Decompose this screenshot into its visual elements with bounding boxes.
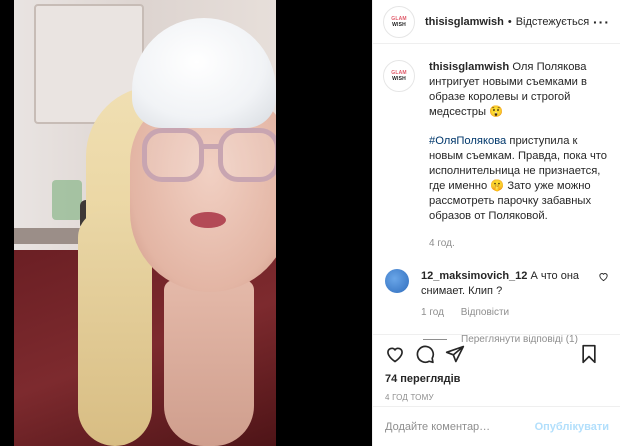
comment-icon[interactable] bbox=[415, 344, 435, 364]
post-side-panel: GLAM WISH thisisglamwish • Відстежується… bbox=[372, 0, 620, 446]
post-media[interactable] bbox=[0, 0, 372, 446]
following-button[interactable]: Відстежується bbox=[516, 16, 589, 28]
caption-text: thisisglamwish Оля Полякова интригует но… bbox=[429, 60, 609, 251]
post-header: GLAM WISH thisisglamwish • Відстежується… bbox=[373, 0, 620, 44]
comment-item: 12_maksimovich_12 А что она снимает. Кли… bbox=[383, 269, 609, 318]
author-avatar[interactable]: GLAM WISH bbox=[383, 5, 415, 38]
post-video-frame[interactable] bbox=[14, 0, 276, 446]
caption: GLAM WISH thisisglamwish Оля Полякова ин… bbox=[383, 60, 609, 251]
instagram-post-modal: GLAM WISH thisisglamwish • Відстежується… bbox=[0, 0, 620, 446]
add-comment-bar: Додайте коментар… Опублікувати bbox=[373, 406, 620, 446]
heart-icon[interactable] bbox=[385, 344, 405, 364]
views-count[interactable]: 74 переглядів bbox=[385, 373, 609, 385]
commenter-username[interactable]: 12_maksimovich_12 bbox=[421, 270, 527, 282]
separator-dot: • bbox=[507, 15, 512, 28]
caption-time: 4 год. bbox=[429, 238, 455, 249]
caption-username[interactable]: thisisglamwish bbox=[429, 61, 509, 73]
caption-hashtag[interactable]: #ОляПолякова bbox=[429, 135, 506, 147]
more-options-icon[interactable]: ··· bbox=[593, 14, 610, 30]
commenter-avatar[interactable] bbox=[385, 269, 409, 293]
caption-avatar[interactable]: GLAM WISH bbox=[383, 60, 415, 92]
posted-time: 4 ГОД ТОМУ bbox=[385, 393, 434, 402]
comment-time: 1 год bbox=[421, 307, 444, 318]
bookmark-icon[interactable] bbox=[579, 344, 599, 364]
share-icon[interactable] bbox=[445, 344, 465, 364]
comment-input[interactable]: Додайте коментар… bbox=[385, 421, 490, 433]
comments-area: GLAM WISH thisisglamwish Оля Полякова ин… bbox=[373, 44, 620, 345]
post-comment-button[interactable]: Опублікувати bbox=[535, 421, 609, 433]
author-username[interactable]: thisisglamwish bbox=[425, 16, 504, 28]
reply-button[interactable]: Відповісти bbox=[461, 307, 509, 318]
caption-paragraph-2: приступила к новым съемкам. Правда, пока… bbox=[429, 135, 608, 222]
heart-small-icon[interactable] bbox=[598, 271, 609, 318]
action-bar: 74 переглядів 4 ГОД ТОМУ bbox=[373, 334, 620, 402]
